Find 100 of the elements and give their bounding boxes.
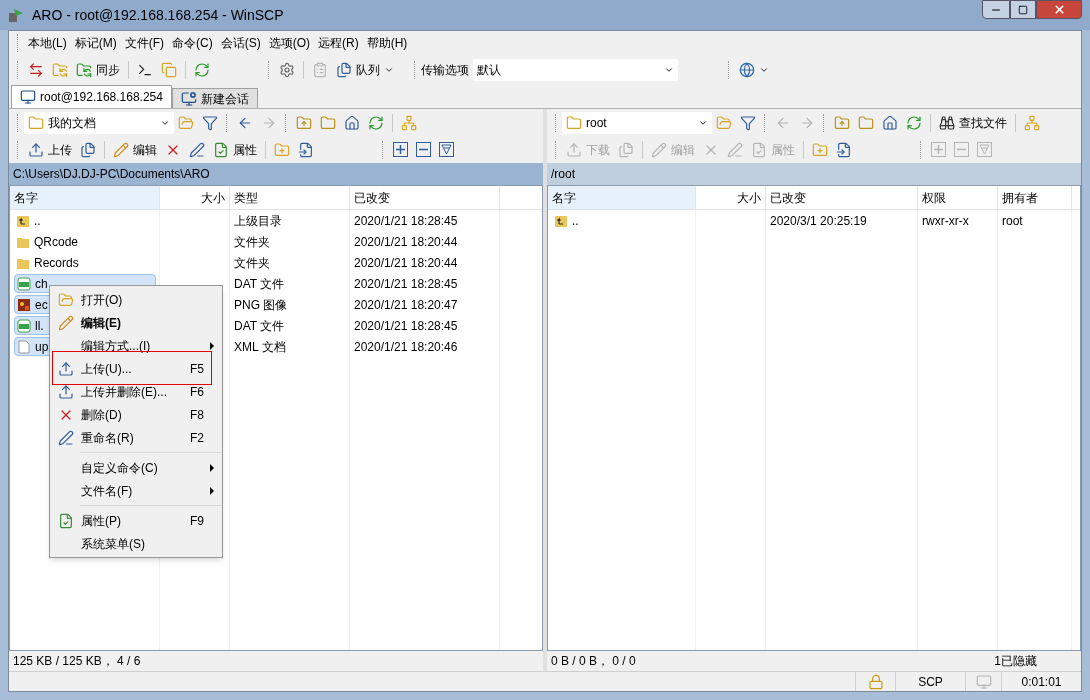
menu-item[interactable]: 上传(U)... F5 (50, 357, 222, 380)
find-files-button[interactable]: 查找文件 (935, 111, 1011, 134)
location-dropdown[interactable]: root (562, 111, 712, 134)
column-header[interactable]: 权限 (918, 186, 998, 209)
sync-button[interactable]: 同步 (72, 59, 124, 81)
maximize-button[interactable] (1010, 0, 1036, 19)
rename-icon (727, 141, 743, 158)
session-tab[interactable]: root@192.168.168.254 (11, 85, 172, 108)
tree-icon (401, 114, 417, 131)
menu-item[interactable]: 远程(R) (314, 34, 363, 52)
parent-folder-icon (554, 213, 568, 228)
close-icon (1052, 3, 1066, 16)
menu-item[interactable]: 编辑(E) (50, 311, 222, 334)
caret-icon (384, 65, 394, 75)
menu-item[interactable]: 标记(M) (70, 34, 121, 52)
table-cell-text: 文件夹 (234, 254, 270, 272)
table-cell-text: root (1002, 212, 1023, 230)
table-cell-text: XML 文档 (234, 338, 286, 356)
menu-item[interactable]: 属性(P) F9 (50, 509, 222, 532)
home-icon (882, 114, 898, 131)
funnel-icon (977, 142, 992, 157)
folder-icon (320, 114, 336, 131)
file-name-cell[interactable]: QRcode (14, 232, 156, 251)
protocol-text: SCP (895, 672, 965, 691)
table-cell-text: 2020/1/21 18:20:44 (354, 254, 458, 272)
folder-icon (566, 114, 582, 131)
compare-icon (28, 62, 44, 78)
caret-icon (664, 65, 674, 75)
column-header[interactable]: 已改变 (350, 186, 500, 209)
filter-icon (202, 114, 218, 131)
transfer-options-label: 传输选项 (421, 62, 469, 79)
properties-icon (213, 141, 229, 158)
app-icon (8, 7, 24, 23)
menu-item[interactable]: 文件名(F) (50, 479, 222, 502)
submenu-arrow-icon (210, 463, 214, 472)
menu-item[interactable]: 自定义命令(C) (50, 456, 222, 479)
column-header[interactable]: 拥有者 (998, 186, 1072, 209)
document-icon (17, 339, 31, 354)
folder-icon (858, 114, 874, 131)
menu-item[interactable]: 命令(C) (168, 34, 217, 52)
new-folder-icon (812, 141, 828, 158)
menu-item[interactable]: 系统菜单(S) (50, 532, 222, 555)
file-arrow-icon (298, 141, 314, 158)
file-name-cell[interactable]: Records (14, 253, 156, 272)
elapsed-time: 0:01:01 (1001, 672, 1081, 691)
column-header[interactable]: 已改变 (766, 186, 918, 209)
column-header[interactable]: 名字 (10, 186, 160, 209)
table-cell-text: 文件夹 (234, 233, 270, 251)
image-file-icon (17, 297, 31, 312)
submenu-arrow-icon (210, 486, 214, 495)
file-name-cell[interactable]: .. (14, 211, 156, 230)
session-tab[interactable]: 新建会话 (171, 88, 258, 108)
close-button[interactable] (1036, 0, 1082, 19)
edit-button[interactable]: 编辑 (109, 138, 161, 161)
table-cell-text: 2020/1/21 18:28:45 (354, 275, 458, 293)
queue-button[interactable]: 队列 (332, 59, 398, 81)
menu-item[interactable]: 删除(D) F8 (50, 403, 222, 426)
menu-item[interactable]: 会话(S) (216, 34, 265, 52)
monitor-icon (20, 89, 36, 105)
funnel-icon (439, 142, 454, 157)
folder-up-icon (834, 114, 850, 131)
file-name-cell[interactable]: .. (552, 211, 692, 230)
menu-item[interactable]: 选项(O) (264, 34, 314, 52)
maximize-icon (1018, 4, 1028, 15)
location-dropdown[interactable]: 我的文档 (24, 111, 174, 134)
shortcut-text: F5 (190, 360, 204, 378)
tree-icon (1024, 114, 1040, 131)
transfer-options-dropdown[interactable]: 默认 (473, 59, 678, 81)
upload-icon (58, 383, 74, 400)
table-cell-text: 2020/1/21 18:20:47 (354, 296, 458, 314)
column-header[interactable]: 大小 (160, 186, 230, 209)
column-header[interactable]: 名字 (548, 186, 696, 209)
shortcut-text: F9 (190, 512, 204, 530)
pencil-icon (113, 141, 129, 158)
rename-icon (189, 141, 205, 158)
folder-sync-icon (52, 62, 68, 78)
shortcut-text: F2 (190, 429, 204, 447)
table-cell-text: 上级目录 (234, 212, 282, 230)
minimize-button[interactable] (982, 0, 1010, 19)
properties-icon (58, 512, 74, 529)
pencil-icon (651, 141, 667, 158)
lock-icon (867, 673, 884, 690)
connection-icon (975, 673, 992, 690)
table-cell-text: DAT 文件 (234, 317, 285, 335)
table-cell-text: 2020/1/21 18:28:45 (354, 317, 458, 335)
column-header[interactable]: 大小 (696, 186, 766, 209)
menu-item[interactable]: 文件(F) (120, 34, 168, 52)
properties-icon (751, 141, 767, 158)
properties-button[interactable]: 属性 (209, 138, 261, 161)
terminal-icon (137, 62, 153, 78)
menu-item[interactable]: 重命名(R) F2 (50, 426, 222, 449)
menu-item[interactable]: 上传并删除(E)... F6 (50, 380, 222, 403)
caret-icon (759, 65, 769, 75)
folder-icon (28, 114, 44, 131)
column-header[interactable]: 类型 (230, 186, 350, 209)
menu-item[interactable]: 本地(L) (24, 34, 71, 52)
transfer-button[interactable]: 上传 (24, 138, 76, 161)
clipboard-icon (312, 62, 328, 78)
path-text: C:\Users\DJ.DJ-PC\Documents\ARO (13, 166, 210, 183)
menu-item[interactable]: 帮助(H) (362, 34, 412, 52)
